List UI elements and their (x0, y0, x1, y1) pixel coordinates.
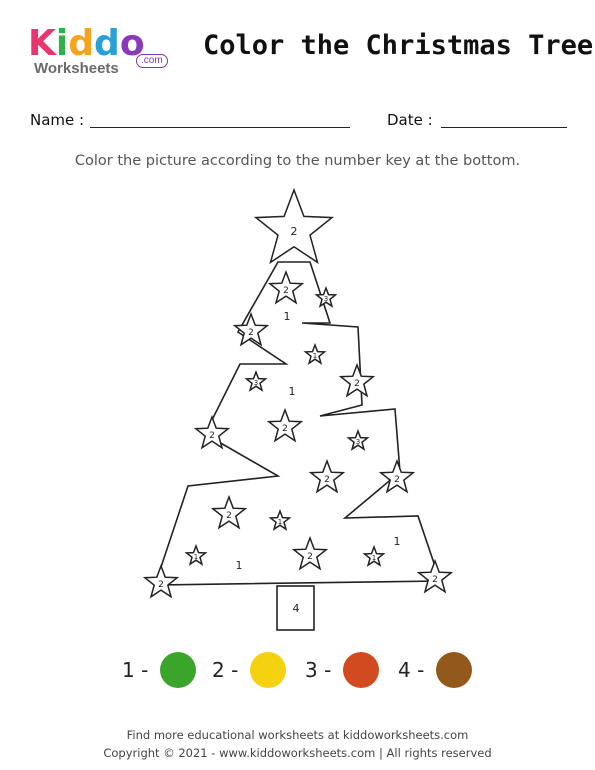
yellow-swatch (250, 652, 287, 688)
key-number: 3 - (305, 658, 332, 682)
key-item-4: 4 - (398, 650, 473, 690)
star-label: 2 (226, 511, 232, 521)
region-label: 1 (394, 535, 401, 548)
star-label: 2 (158, 580, 164, 590)
star-label: 2 (248, 328, 254, 338)
star-label: 2 (282, 424, 288, 434)
brown-swatch (436, 652, 473, 688)
logo-com-badge: .com (136, 54, 168, 68)
page-title: Color the Christmas Tree (203, 30, 594, 61)
key-item-1: 1 - (122, 650, 197, 690)
key-number: 4 - (398, 658, 425, 682)
star-label: 2 (283, 286, 289, 296)
ornament-star[interactable]: 1 (303, 342, 327, 365)
ornament-star[interactable]: 2 (267, 269, 305, 305)
logo-letter: d (94, 23, 120, 64)
footer-copyright: Copyright © 2021 - www.kiddoworksheets.c… (103, 746, 492, 760)
ornament-star[interactable]: 1 (184, 543, 208, 566)
star-label: 1 (278, 518, 282, 526)
ornament-star[interactable]: 2 (291, 535, 329, 571)
date-label: Date : (387, 111, 433, 129)
star-label: 2 (432, 575, 438, 585)
key-item-2: 2 - (212, 650, 287, 690)
logo-worksheets-text: Worksheets (34, 60, 119, 77)
star-label: 2 (394, 475, 400, 485)
orange-red-swatch (343, 652, 380, 688)
christmas-tree-drawing: 2 2 3 1 2 2 3 2 2 3 2 2 2 2 1 2 1 1 2 1 1 1 1 4 (142, 187, 454, 631)
ornament-star[interactable]: 2 (416, 558, 454, 594)
ornament-star[interactable]: 2 (266, 407, 304, 443)
logo-letter: d (68, 23, 95, 64)
footer-line-1: Find more educational worksheets at kidd… (126, 728, 469, 742)
green-swatch (160, 652, 197, 688)
star-label: 2 (354, 379, 360, 389)
star-label: 3 (356, 438, 360, 446)
region-label: 1 (289, 385, 296, 398)
key-number: 2 - (212, 658, 239, 682)
logo-letter: K (28, 23, 56, 64)
ornament-star[interactable]: 1 (268, 508, 292, 531)
star-label: 2 (324, 475, 330, 485)
ornament-star[interactable]: 1 (362, 544, 386, 567)
ornament-star[interactable]: 3 (244, 369, 268, 392)
region-label: 1 (236, 559, 243, 572)
star-label: 2 (307, 552, 313, 562)
color-key: 1 - 2 - 3 - 4 - (0, 650, 595, 690)
key-number: 1 - (122, 658, 149, 682)
top-star[interactable]: 2 (253, 187, 335, 265)
ornament-star[interactable]: 2 (142, 563, 180, 599)
ornament-star[interactable]: 2 (210, 494, 248, 530)
logo-letter: i (55, 23, 69, 64)
name-line[interactable] (90, 127, 350, 128)
ornament-star[interactable]: 2 (378, 458, 416, 494)
star-label: 3 (254, 379, 258, 387)
star-label: 3 (324, 295, 328, 303)
star-label: 2 (209, 431, 215, 441)
instruction-text: Color the picture according to the numbe… (74, 153, 521, 169)
key-item-3: 3 - (305, 650, 380, 690)
ornament-star[interactable]: 2 (193, 414, 231, 450)
date-line[interactable] (441, 127, 567, 128)
star-label: 2 (291, 225, 298, 238)
trunk-label: 4 (293, 602, 300, 615)
star-label: 1 (313, 352, 317, 360)
star-label: 1 (194, 553, 198, 561)
ornament-star[interactable]: 2 (308, 458, 346, 494)
logo-wordmark: Kiddo (28, 26, 145, 62)
kiddo-worksheets-logo: Kiddo Worksheets .com (28, 26, 168, 82)
star-label: 1 (372, 554, 376, 562)
region-label: 1 (284, 310, 291, 323)
name-label: Name : (30, 111, 85, 129)
ornament-star[interactable]: 3 (346, 428, 370, 451)
ornament-star[interactable]: 2 (338, 362, 376, 398)
stars-layer: 2 2 3 1 2 2 3 2 2 3 2 2 2 2 1 2 1 1 2 (142, 187, 454, 599)
